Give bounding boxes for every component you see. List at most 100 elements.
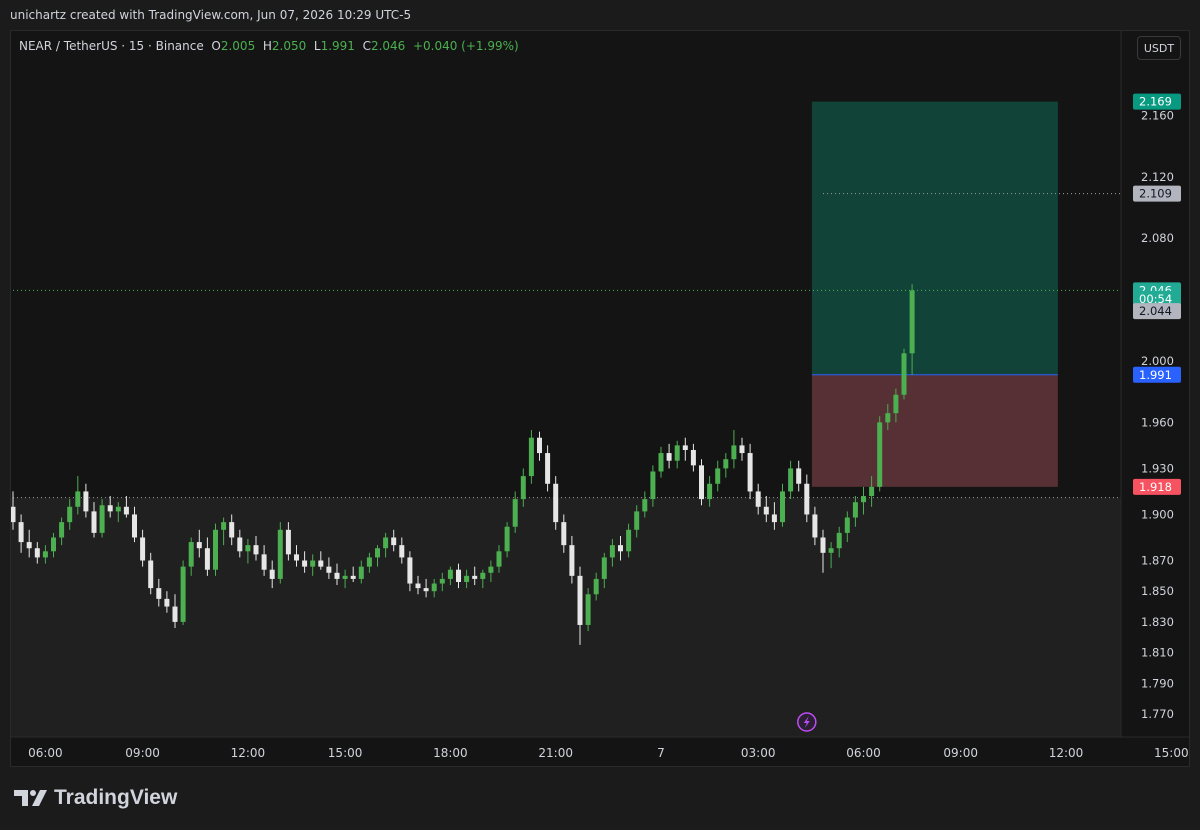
time-tick-label: 06:00 — [28, 746, 63, 760]
candle-body — [715, 468, 721, 484]
candle-body — [34, 548, 40, 558]
time-tick-label: 12:00 — [231, 746, 266, 760]
high-value: 2.050 — [271, 39, 307, 53]
candle-body — [456, 569, 461, 582]
candle-body — [447, 569, 453, 579]
candle-body — [755, 491, 761, 507]
price-tick-label: 1.830 — [1141, 615, 1174, 629]
time-tick-label: 09:00 — [943, 746, 978, 760]
price-tick-label: 1.960 — [1141, 415, 1174, 429]
candle-body — [399, 545, 405, 558]
price-label-level: 2.109 — [1139, 187, 1172, 201]
candle-body — [593, 578, 599, 595]
symbol-name: NEAR / TetherUS · 15 · Binance — [19, 39, 204, 53]
candle-body — [723, 459, 729, 469]
candle-body — [107, 505, 113, 512]
candle-body — [123, 506, 129, 515]
candle-body — [642, 499, 648, 512]
candle-body — [877, 422, 883, 487]
low-label: L — [313, 39, 321, 53]
candle-body — [601, 557, 607, 579]
candle-body — [310, 560, 316, 567]
chart-pane[interactable]: 2.2002.1602.1202.0802.0001.9601.9301.900… — [10, 30, 1190, 767]
price-label-level: 2.044 — [1139, 304, 1172, 318]
candle-body — [285, 529, 291, 555]
candle-body — [391, 537, 397, 546]
price-tick-label: 1.850 — [1141, 584, 1174, 598]
candle-body — [204, 548, 210, 570]
open-label: O — [211, 39, 221, 53]
low-value: 1.991 — [320, 39, 355, 53]
candle-body — [383, 537, 389, 549]
candle-body — [869, 486, 875, 497]
candle-body — [375, 548, 380, 558]
price-tick-label: 2.120 — [1141, 170, 1174, 184]
candle-body — [269, 569, 275, 579]
candle-body — [504, 526, 510, 552]
candle-body — [140, 537, 146, 561]
candle-body — [277, 529, 283, 579]
candle-body — [148, 560, 154, 589]
brand-name: TradingView — [54, 786, 178, 809]
candle-body — [545, 453, 551, 484]
price-tick-label: 1.870 — [1141, 554, 1174, 568]
candle-body — [302, 560, 308, 567]
candle-body — [358, 566, 364, 579]
candle-body — [51, 537, 56, 552]
candle-body — [350, 575, 356, 579]
candle-body — [537, 437, 542, 454]
price-label-stop: 1.918 — [1139, 480, 1172, 494]
price-label-target: 2.169 — [1139, 95, 1172, 109]
candle-body — [561, 522, 567, 546]
price-tick-label: 1.810 — [1141, 646, 1174, 660]
long-position-profit-zone[interactable] — [811, 101, 1058, 375]
candle-body — [885, 413, 891, 423]
candle-body — [836, 532, 842, 549]
candle-body — [326, 566, 332, 573]
candle-body — [229, 522, 235, 538]
candle-body — [156, 588, 162, 599]
candle-body — [245, 545, 251, 552]
candle-body — [609, 545, 615, 558]
candle-body — [99, 505, 105, 533]
candle-body — [294, 554, 299, 561]
long-position-loss-zone[interactable] — [811, 374, 1058, 487]
time-tick-label: 18:00 — [433, 746, 468, 760]
tradingview-brand[interactable]: TradingView — [14, 786, 177, 810]
candle-body — [812, 514, 818, 538]
time-tick-label: 15:00 — [328, 746, 363, 760]
candle-body — [261, 554, 267, 570]
candle-body — [472, 575, 478, 579]
candle-body — [180, 566, 186, 622]
candle-body — [439, 578, 445, 584]
candle-body — [67, 506, 73, 523]
change-value: +0.040 (+1.99%) — [412, 39, 519, 53]
candle-body — [237, 537, 243, 552]
candle-body — [658, 453, 664, 472]
candle-body — [901, 353, 907, 395]
price-label-entry: 1.991 — [1139, 368, 1172, 382]
candle-body — [423, 588, 429, 592]
candle-body — [909, 290, 915, 354]
currency-button[interactable]: USDT — [1137, 36, 1181, 60]
candle-body — [804, 483, 810, 515]
candle-body — [366, 557, 372, 567]
candle-body — [747, 453, 753, 492]
candle-body — [820, 537, 826, 553]
candle-body — [91, 511, 97, 533]
candle-body — [480, 572, 486, 579]
time-tick-label: 12:00 — [1049, 746, 1084, 760]
candle-body — [415, 583, 421, 589]
candle-body — [771, 514, 777, 523]
candle-body — [852, 502, 858, 518]
candle-body — [577, 575, 583, 625]
price-chart[interactable]: 2.2002.1602.1202.0802.0001.9601.9301.900… — [11, 31, 1189, 766]
candle-body — [431, 583, 437, 592]
candle-body — [11, 506, 16, 523]
candle-body — [464, 575, 470, 582]
candle-body — [132, 514, 137, 538]
candle-body — [18, 522, 24, 543]
time-tick-label: 21:00 — [538, 746, 573, 760]
time-tick-label: 09:00 — [125, 746, 160, 760]
candle-body — [634, 511, 640, 530]
